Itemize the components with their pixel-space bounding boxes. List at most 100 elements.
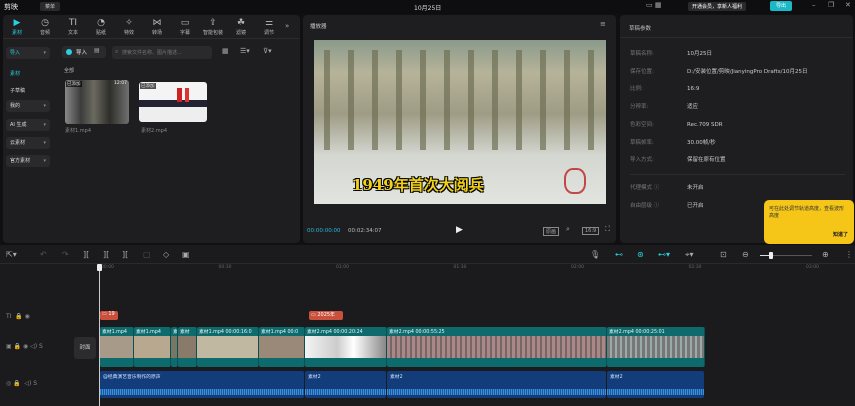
split-icon[interactable]: ][ [83,250,89,259]
undo-icon[interactable]: ↶ [40,250,47,259]
layout-icon[interactable]: ▭ ▦ [646,1,661,9]
video-clip[interactable]: 素材2.mp4 00:00:20:24 [305,327,387,367]
waveform [387,389,606,395]
video-clip[interactable]: 素材1.mp4 [134,327,171,367]
text-clip[interactable]: ▭ 2025年 [309,311,343,320]
tab-label: 转场 [151,30,162,36]
select-tool-icon[interactable]: ⇱▾ [6,250,17,259]
sidebar-item-0[interactable]: 导入 ▾ [6,47,50,59]
text-clip[interactable]: ▭ 19 [100,311,118,320]
magnet-icon[interactable]: ⊛ [637,250,644,259]
more-icon[interactable]: ⋮ [845,250,853,259]
video-clip[interactable]: 素材2.mp4 00:00:55:25 [387,327,607,367]
menu-button[interactable]: 菜单 [40,2,61,11]
sidebar-label: 我的 [10,103,21,109]
audio-track-controls[interactable]: ◎ 🔒 ◁) S [6,380,37,387]
sidebar-item-5[interactable]: 云素材 ▾ [6,137,50,149]
tab-label: 文本 [67,30,78,36]
clip-label: 素材1.mp4 [102,330,127,335]
import-button[interactable]: 导入 ▤ [62,46,106,58]
tooltip: 可在此处调节轨道高度，查看波形高度 知道了 [764,200,854,244]
tab-7[interactable]: ⇪ 智能包装 [201,18,225,36]
draft-param-row: 草稿名称: 10月25日 [630,49,712,57]
minimize-icon[interactable]: – [812,1,816,9]
split-left-icon[interactable]: ][ [103,250,109,259]
zoom-in-icon[interactable]: ⊕ [822,250,829,259]
zoom-out-icon[interactable]: ⊖ [742,250,749,259]
sidebar-item-6[interactable]: 官方素材 ▾ [6,155,50,167]
audio-clip[interactable]: @经典演艺音乐制作的原声 [100,371,304,398]
video-preview[interactable]: 1949年首次大阅兵 [314,40,606,204]
tab-5[interactable]: ⋈ 转场 [145,18,169,36]
video-clip[interactable]: 素 [171,327,178,367]
tab-9[interactable]: ⚌ 调节 [257,18,281,36]
grid-view-icon[interactable]: ▦ [222,47,229,55]
linkage-icon[interactable]: ⊷▾ [658,250,670,259]
split-right-icon[interactable]: ][ [122,250,128,259]
video-clip[interactable]: 素材1.mp4 00:00:16:0 [197,327,259,367]
tab-icon: ▶ [13,18,21,28]
tab-3[interactable]: ◔ 贴纸 [89,18,113,36]
redo-icon[interactable]: ↷ [62,250,69,259]
restore-icon[interactable]: ❐ [828,1,834,9]
tab-4[interactable]: ✧ 特效 [117,18,141,36]
video-clip[interactable]: 素材1.mp4 00:0 [259,327,305,367]
tab-icon: ⋈ [152,18,162,28]
search-input[interactable] [112,46,212,59]
track-height-icon[interactable]: ⊡ [720,250,727,259]
sidebar-item-2[interactable]: 子草稿 [6,85,50,97]
microphone-icon[interactable]: 🎙 [590,250,600,259]
ratio-button[interactable]: 16:9 [582,227,600,235]
audio-clip[interactable]: 素材2 [387,371,606,398]
tab-2[interactable]: TI 文本 [61,18,85,36]
audio-clip[interactable]: 素材2 [607,371,704,398]
clip-thumbnail [197,336,258,358]
tab-0[interactable]: ▶ 素材 [5,18,29,36]
player-menu-icon[interactable]: ≡ [600,20,606,28]
ruler-tick: 03:00 [806,265,819,270]
sort-icon[interactable]: ☰▾ [240,47,250,55]
sidebar-item-4[interactable]: AI 生成 ▾ [6,119,50,131]
media-thumb-1[interactable]: 已添加 12:07 [65,80,129,124]
marker-icon[interactable]: ◇ [163,250,169,259]
video-clip[interactable]: 素材 [178,327,197,367]
tab-8[interactable]: ☘ 滤镜 [229,18,253,36]
video-track-controls[interactable]: ▣ 🔒 ◉ ◁) S [6,343,43,350]
zoom-slider[interactable] [760,252,812,259]
video-clip[interactable]: 素材1.mp4 [100,327,134,367]
crop-icon[interactable]: ▣ [182,250,190,259]
tab-1[interactable]: ◷ 音频 [33,18,57,36]
tooltip-ok-button[interactable]: 知道了 [833,231,848,238]
clip-label: 素材2.mp4 00:00:20:24 [307,330,363,335]
export-button[interactable]: 导出 [770,1,793,11]
vip-button[interactable]: 开通会员，享新人福利 [688,2,747,11]
delete-icon[interactable]: ▢ [143,250,151,259]
more-tabs-icon[interactable]: » [285,22,289,30]
tab-6[interactable]: ▭ 字幕 [173,18,197,36]
sidebar-item-1[interactable]: 素材 [6,68,50,80]
close-icon[interactable]: ✕ [845,1,851,9]
text-track-controls[interactable]: TI 🔒 ◉ [6,313,30,320]
preview-axis-icon[interactable]: ⌖▾ [685,250,694,260]
import-icon [66,49,72,55]
param-key: 保存位置: [630,69,654,75]
ruler-tick: 01:00 [336,265,349,270]
sidebar-label: 导入 [10,50,21,56]
quality-button[interactable]: 原画 [543,227,560,236]
sidebar-item-3[interactable]: 我的 ▾ [6,100,50,112]
cover-button[interactable]: 封面 [74,337,96,359]
video-clip[interactable]: 素材2.mp4 00:00:25:01 [607,327,705,367]
clip-thumbnail [171,336,177,358]
zoom-preview-icon[interactable]: ⌕ [566,225,570,234]
link-main-icon[interactable]: ⊷ [615,250,623,259]
media-thumb-2[interactable]: 已添加 [139,82,207,122]
tab-label: 智能包装 [202,30,223,36]
divider [630,174,845,175]
list-icon[interactable]: ▤ [94,47,100,54]
title-bar: 剪映 菜单 10月25日 ▭ ▦ 开通会员，享新人福利 导出 – ❐ ✕ [0,0,855,14]
play-button[interactable]: ▶ [456,225,463,235]
filter-icon[interactable]: ⊽▾ [263,47,272,55]
import-label: 导入 [76,50,88,56]
audio-clip[interactable]: 素材2 [305,371,386,398]
fullscreen-icon[interactable]: ⛶ [605,225,610,234]
